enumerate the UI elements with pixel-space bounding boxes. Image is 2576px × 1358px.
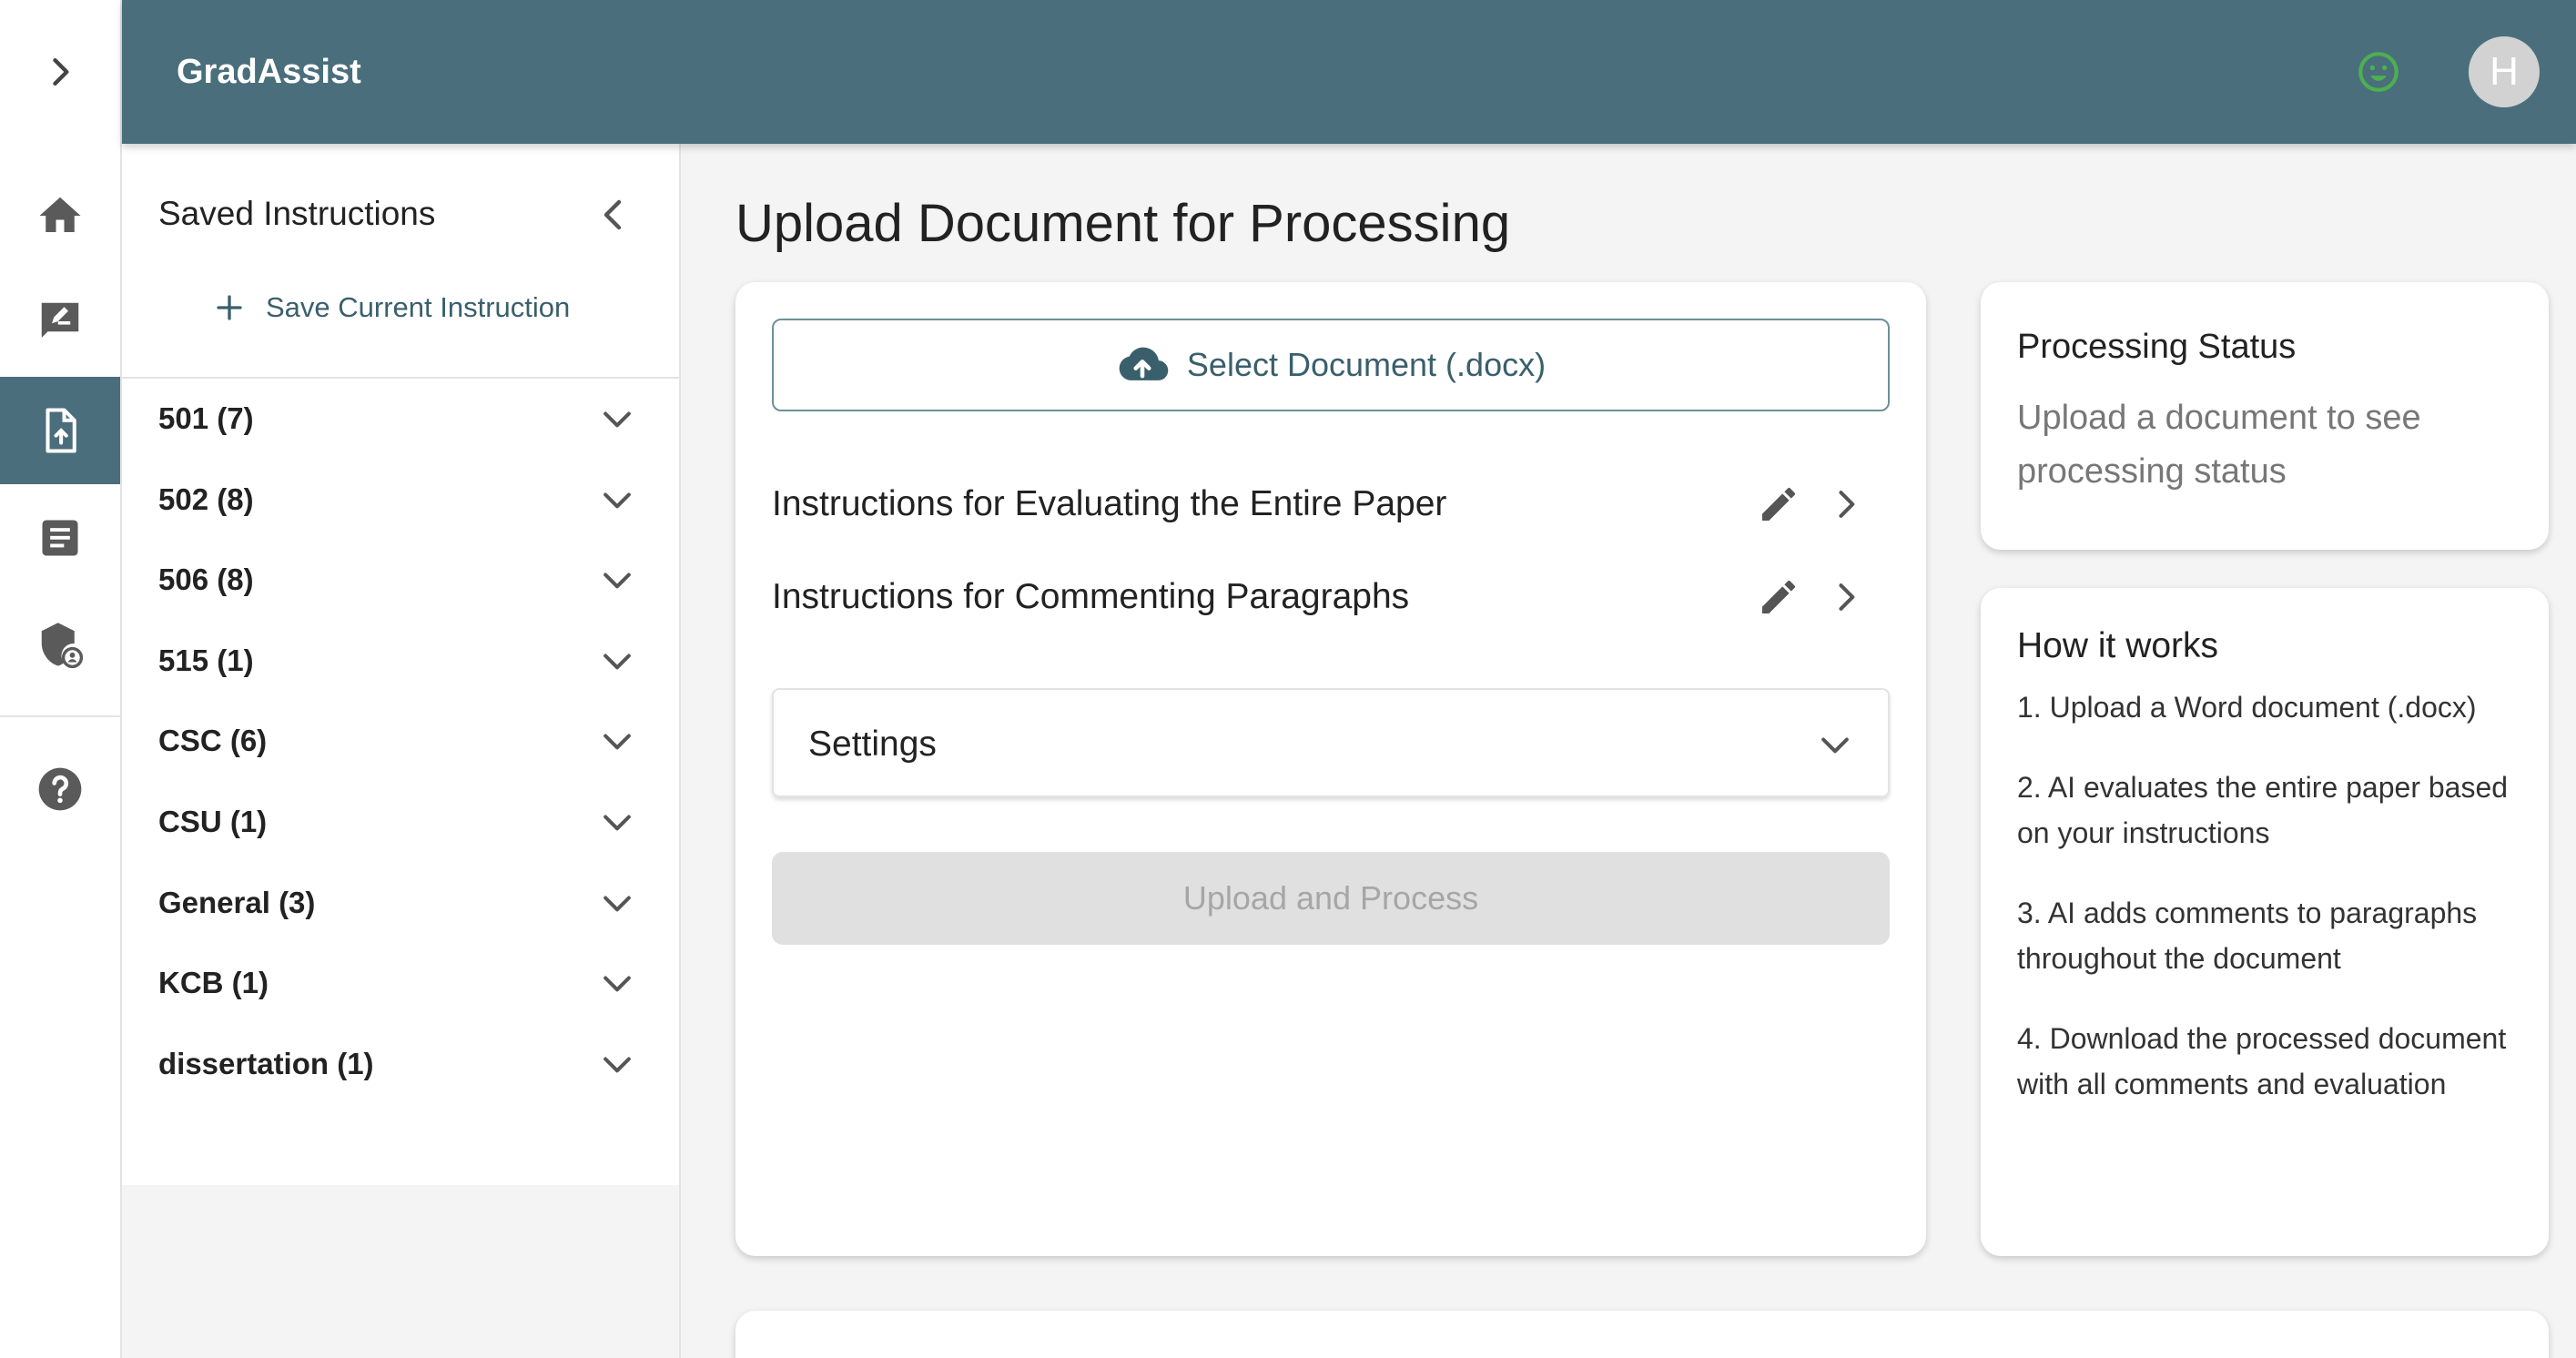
instruction-group-label: 502 (8): [158, 481, 254, 516]
save-current-instruction-button[interactable]: Save Current Instruction: [213, 280, 570, 335]
instruction-group-label: KCB (1): [158, 966, 269, 1000]
admin-shield-icon: [41, 623, 84, 669]
instruction-group[interactable]: 515 (1): [122, 621, 679, 702]
instruction-row-label: Instructions for Commenting Paragraphs: [772, 577, 1410, 616]
select-document-button[interactable]: Select Document (.docx): [772, 319, 1890, 411]
chevron-down-icon: [603, 734, 631, 750]
chevron-down-icon: [603, 573, 631, 589]
instruction-group[interactable]: KCB (1): [122, 943, 679, 1024]
collapse-panel-icon[interactable]: [592, 193, 635, 237]
chevron-down-icon: [1821, 737, 1849, 754]
saved-instructions-panel: Saved Instructions Save Current Instruct…: [122, 144, 681, 1358]
smiley-status-icon[interactable]: [2356, 49, 2401, 95]
instruction-group-label: 515 (1): [158, 643, 254, 677]
instruction-group[interactable]: CSU (1): [122, 782, 679, 863]
how-it-works-card: How it works 1. Upload a Word document (…: [1981, 588, 2549, 1256]
rail-item-documents[interactable]: [0, 484, 120, 592]
rail-divider: [0, 715, 120, 717]
chevron-down-icon: [603, 976, 631, 992]
pencil-edit-icon[interactable]: [1757, 575, 1800, 619]
settings-accordion[interactable]: Settings: [772, 688, 1890, 797]
app-title: GradAssist: [177, 53, 361, 91]
chevron-down-icon: [603, 815, 631, 831]
article-icon: [42, 520, 78, 556]
instruction-group-label: 506 (8): [158, 562, 254, 597]
panel-header: Saved Instructions Save Current Instruct…: [122, 144, 679, 379]
how-it-works-step: 4. Download the processed document with …: [2017, 1022, 2507, 1100]
chevron-right-icon[interactable]: [1826, 484, 1866, 524]
chevron-right-icon: [53, 57, 69, 86]
instruction-group-label: General (3): [158, 885, 316, 919]
instruction-group[interactable]: 502 (8): [122, 460, 679, 541]
cloud-upload-icon: [1119, 347, 1169, 380]
expand-rail-button[interactable]: [0, 0, 120, 144]
instruction-group[interactable]: General (3): [122, 863, 679, 944]
chevron-right-icon[interactable]: [1826, 577, 1866, 617]
chevron-down-icon: [603, 896, 631, 911]
instruction-row-evaluate[interactable]: Instructions for Evaluating the Entire P…: [772, 468, 1890, 541]
instruction-group-label: CSU (1): [158, 804, 268, 838]
file-upload-icon: [46, 408, 76, 453]
plus-icon: [217, 295, 242, 320]
chevron-down-icon: [603, 1057, 631, 1073]
top-header: GradAssist H: [122, 0, 2576, 144]
avatar[interactable]: H: [2469, 36, 2540, 107]
instruction-group[interactable]: 501 (7): [122, 379, 679, 460]
save-current-instruction-label: Save Current Instruction: [266, 291, 571, 323]
app-root: GradAssist H Saved Instructions Save Cur…: [0, 0, 2576, 1358]
instruction-group-label: 501 (7): [158, 401, 254, 435]
icon-rail: [0, 0, 122, 1358]
chevron-down-icon: [603, 492, 631, 508]
how-it-works-title: How it works: [2017, 626, 2219, 665]
upload-card: Select Document (.docx) Instructions for…: [735, 282, 1926, 1256]
settings-label: Settings: [808, 725, 937, 764]
how-it-works-steps: 1. Upload a Word document (.docx) 2. AI …: [2017, 684, 2527, 1141]
help-icon: [38, 767, 82, 811]
instruction-group[interactable]: 506 (8): [122, 540, 679, 621]
instruction-group-list: 501 (7) 502 (8) 506 (8) 515 (1) CSC (6) …: [122, 379, 679, 1185]
pencil-edit-icon[interactable]: [1757, 482, 1800, 526]
home-icon: [39, 197, 81, 232]
results-card: [735, 1311, 2549, 1358]
processing-status-title: Processing Status: [2017, 328, 2297, 366]
how-it-works-step: 2. AI evaluates the entire paper based o…: [2017, 771, 2509, 849]
chevron-down-icon: [603, 411, 631, 428]
processing-status-message: Upload a document to see processing stat…: [2017, 399, 2421, 491]
upload-and-process-button[interactable]: Upload and Process: [772, 852, 1890, 945]
page-title: Upload Document for Processing: [735, 194, 1511, 253]
processing-status-card: Processing Status Upload a document to s…: [1981, 282, 2549, 550]
instruction-row-label: Instructions for Evaluating the Entire P…: [772, 484, 1447, 523]
rail-item-help[interactable]: [0, 735, 120, 843]
instruction-group-label: CSC (6): [158, 724, 268, 758]
edit-note-icon: [41, 302, 79, 338]
rail-item-grading[interactable]: [0, 268, 120, 375]
instruction-row-commenting[interactable]: Instructions for Commenting Paragraphs: [772, 561, 1890, 633]
instruction-group[interactable]: dissertation (1): [122, 1024, 679, 1105]
panel-title: Saved Instructions: [158, 195, 436, 232]
rail-item-privacy[interactable]: [0, 592, 120, 699]
instruction-group-label: dissertation (1): [158, 1046, 374, 1080]
instruction-group[interactable]: CSC (6): [122, 701, 679, 782]
rail-item-upload[interactable]: [0, 377, 120, 484]
rail-item-home[interactable]: [0, 162, 120, 269]
chevron-down-icon: [603, 654, 631, 670]
select-document-label: Select Document (.docx): [1186, 346, 1547, 383]
how-it-works-step: 1. Upload a Word document (.docx): [2017, 691, 2477, 724]
how-it-works-step: 3. AI adds comments to paragraphs throug…: [2017, 897, 2478, 975]
